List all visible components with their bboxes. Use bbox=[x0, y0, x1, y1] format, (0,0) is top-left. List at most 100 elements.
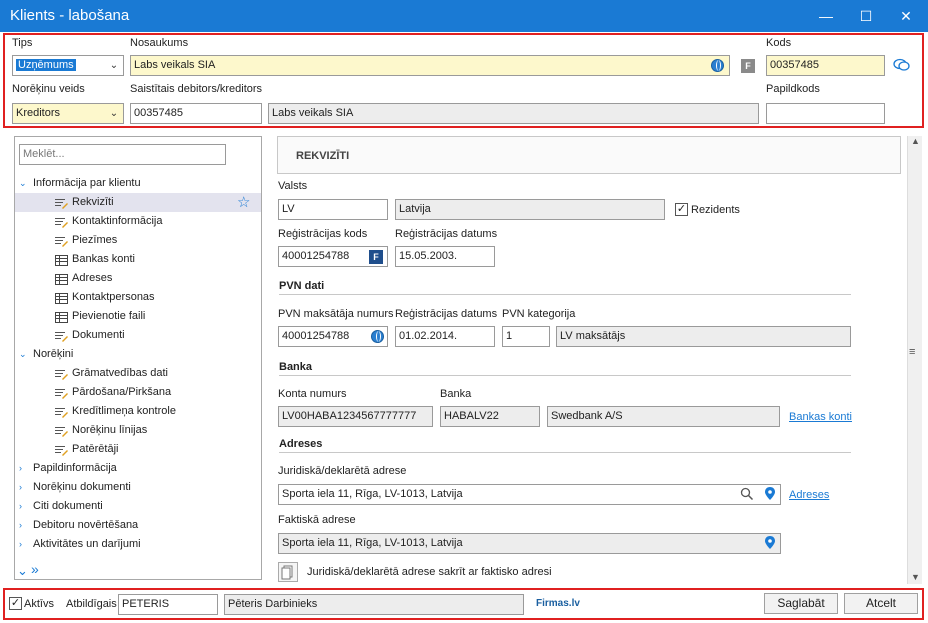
map-pin-icon[interactable] bbox=[765, 536, 775, 549]
globe-icon[interactable] bbox=[711, 59, 724, 72]
tips-label: Tips bbox=[12, 37, 33, 49]
tree-item[interactable]: › Debitoru novērtēšana bbox=[15, 516, 261, 535]
expand-all-icon[interactable]: ⌄ bbox=[17, 563, 28, 579]
rezidents-label: Rezidents bbox=[691, 204, 740, 216]
bankas-konti-link[interactable]: Bankas konti bbox=[789, 411, 852, 423]
grid-icon bbox=[55, 273, 68, 285]
copy-address-icon[interactable] bbox=[278, 562, 298, 582]
saistitais-code-input[interactable]: 00357485 bbox=[130, 103, 262, 124]
tree-item-label: Rekvizīti bbox=[72, 196, 114, 208]
tree-item[interactable]: Adreses bbox=[15, 269, 261, 288]
pvn-kat-name-field: LV maksātājs bbox=[556, 326, 851, 347]
papildkods-label: Papildkods bbox=[766, 83, 820, 95]
tree-item-label: Pārdošana/Pirkšana bbox=[72, 386, 172, 398]
chevron-right-icon[interactable]: › bbox=[19, 478, 22, 497]
chevron-down-icon: ⌄ bbox=[109, 108, 119, 119]
chat-icon[interactable] bbox=[893, 58, 911, 72]
tree-item[interactable]: Kontaktpersonas bbox=[15, 288, 261, 307]
save-button[interactable]: Saglabāt bbox=[764, 593, 838, 614]
fakt-adrese-field: Sporta iela 11, Rīga, LV-1013, Latvija bbox=[278, 533, 781, 554]
pvn-kat-label: PVN kategorija bbox=[502, 308, 576, 320]
chevron-right-icon[interactable]: › bbox=[19, 535, 22, 554]
chevron-right-icon[interactable]: › bbox=[19, 516, 22, 535]
tree-item[interactable]: ⌄ Norēķini bbox=[15, 345, 261, 364]
tree-item[interactable]: Norēķinu līnijas bbox=[15, 421, 261, 440]
vertical-scrollbar[interactable]: ▲ ≡ ▼ bbox=[907, 136, 922, 584]
chevron-right-icon[interactable]: › bbox=[19, 459, 22, 478]
atbildigais-label: Atbildīgais bbox=[66, 598, 117, 610]
grid-icon bbox=[55, 311, 68, 323]
noreķinu-veids-value: Kreditors bbox=[16, 107, 61, 119]
pvn-kat-input[interactable]: 1 bbox=[502, 326, 550, 347]
tree-item[interactable]: › Citi dokumenti bbox=[15, 497, 261, 516]
tree-item[interactable]: › Aktivitātes un darījumi bbox=[15, 535, 261, 554]
tree-item[interactable]: Piezīmes bbox=[15, 231, 261, 250]
tree-item[interactable]: Pievienotie faili bbox=[15, 307, 261, 326]
tree-item-label: Kredītlimeņa kontrole bbox=[72, 405, 176, 417]
maximize-button[interactable]: ☐ bbox=[846, 0, 886, 32]
banka-label: Banka bbox=[440, 388, 472, 400]
noreķinu-veids-label: Norēķinu veids bbox=[12, 83, 85, 95]
tree-item[interactable]: Rekvizīti ☆ bbox=[15, 193, 261, 212]
tips-select[interactable]: Uzņēmums ⌄ bbox=[12, 55, 124, 76]
valsts-label: Valsts bbox=[278, 180, 308, 192]
scroll-down-icon[interactable]: ▼ bbox=[911, 572, 920, 582]
f-badge-icon[interactable]: F bbox=[369, 250, 383, 264]
pvn-reg-label: Reģistrācijas datums bbox=[395, 308, 498, 320]
f-badge-icon[interactable]: F bbox=[741, 59, 755, 73]
tree-item-label: Bankas konti bbox=[72, 253, 135, 265]
globe-icon[interactable] bbox=[371, 330, 384, 343]
reg-datums-input[interactable]: 15.05.2003. bbox=[395, 246, 495, 267]
tree-item[interactable]: Dokumenti bbox=[15, 326, 261, 345]
tree-item-label: Dokumenti bbox=[72, 329, 125, 341]
atbildigais-code-input[interactable]: PETERIS bbox=[118, 594, 218, 615]
chevron-down-icon: ⌄ bbox=[109, 60, 119, 71]
tree-item[interactable]: › Norēķinu dokumenti bbox=[15, 478, 261, 497]
tree-item[interactable]: Patērētāji bbox=[15, 440, 261, 459]
jur-adrese-input[interactable]: Sporta iela 11, Rīga, LV-1013, Latvija bbox=[278, 484, 781, 505]
form-icon bbox=[55, 330, 68, 342]
chevron-down-icon[interactable]: ⌄ bbox=[19, 174, 27, 193]
kods-input[interactable]: 00357485 bbox=[766, 55, 885, 76]
chevron-right-icon[interactable]: › bbox=[19, 497, 22, 516]
cancel-button[interactable]: Atcelt bbox=[844, 593, 918, 614]
search-icon[interactable] bbox=[740, 487, 754, 501]
tree-item[interactable]: Grāmatvedības dati bbox=[15, 364, 261, 383]
rezidents-checkbox[interactable]: ✓ bbox=[675, 203, 688, 216]
collapse-icon[interactable]: » bbox=[31, 561, 39, 577]
tree-item[interactable]: Kredītlimeņa kontrole bbox=[15, 402, 261, 421]
tree-item-label: Aktivitātes un darījumi bbox=[33, 538, 141, 550]
favorite-star-icon[interactable]: ☆ bbox=[237, 193, 250, 212]
grid-icon bbox=[55, 254, 68, 266]
tree-item[interactable]: › Papildinformācija bbox=[15, 459, 261, 478]
tree-item[interactable]: Kontaktinformācija bbox=[15, 212, 261, 231]
pvn-reg-input[interactable]: 01.02.2014. bbox=[395, 326, 495, 347]
noreķinu-veids-select[interactable]: Kreditors ⌄ bbox=[12, 103, 124, 124]
konta-label: Konta numurs bbox=[278, 388, 347, 400]
tree-item-label: Pievienotie faili bbox=[72, 310, 146, 322]
aktivs-label: Aktīvs bbox=[24, 598, 54, 610]
close-button[interactable]: ✕ bbox=[886, 0, 926, 32]
aktivs-checkbox[interactable]: ✓ bbox=[9, 597, 22, 610]
chevron-down-icon[interactable]: ⌄ bbox=[19, 345, 27, 364]
form-icon bbox=[55, 425, 68, 437]
map-pin-icon[interactable] bbox=[765, 487, 775, 500]
tree-item[interactable]: Bankas konti bbox=[15, 250, 261, 269]
scroll-grip-icon[interactable]: ≡ bbox=[909, 346, 915, 358]
tree-search-input[interactable]: Meklēt... bbox=[19, 144, 226, 165]
tree-item-label: Kontaktpersonas bbox=[72, 291, 155, 303]
divider bbox=[279, 452, 851, 453]
atbildigais-name-field: Pēteris Darbinieks bbox=[224, 594, 524, 615]
tree-item-label: Citi dokumenti bbox=[33, 500, 103, 512]
adreses-link[interactable]: Adreses bbox=[789, 489, 829, 501]
valsts-code-input[interactable]: LV bbox=[278, 199, 388, 220]
nosaukums-input[interactable]: Labs veikals SIA bbox=[130, 55, 730, 76]
minimize-button[interactable]: — bbox=[806, 0, 846, 32]
tree-item[interactable]: Pārdošana/Pirkšana bbox=[15, 383, 261, 402]
papildkods-input[interactable] bbox=[766, 103, 885, 124]
tree-item[interactable]: ⌄ Informācija par klientu bbox=[15, 174, 261, 193]
tree-item-label: Informācija par klientu bbox=[33, 177, 141, 189]
scroll-up-icon[interactable]: ▲ bbox=[911, 136, 920, 146]
firmas-logo[interactable]: Firmas.lv bbox=[536, 598, 580, 609]
tree-item-label: Piezīmes bbox=[72, 234, 118, 246]
